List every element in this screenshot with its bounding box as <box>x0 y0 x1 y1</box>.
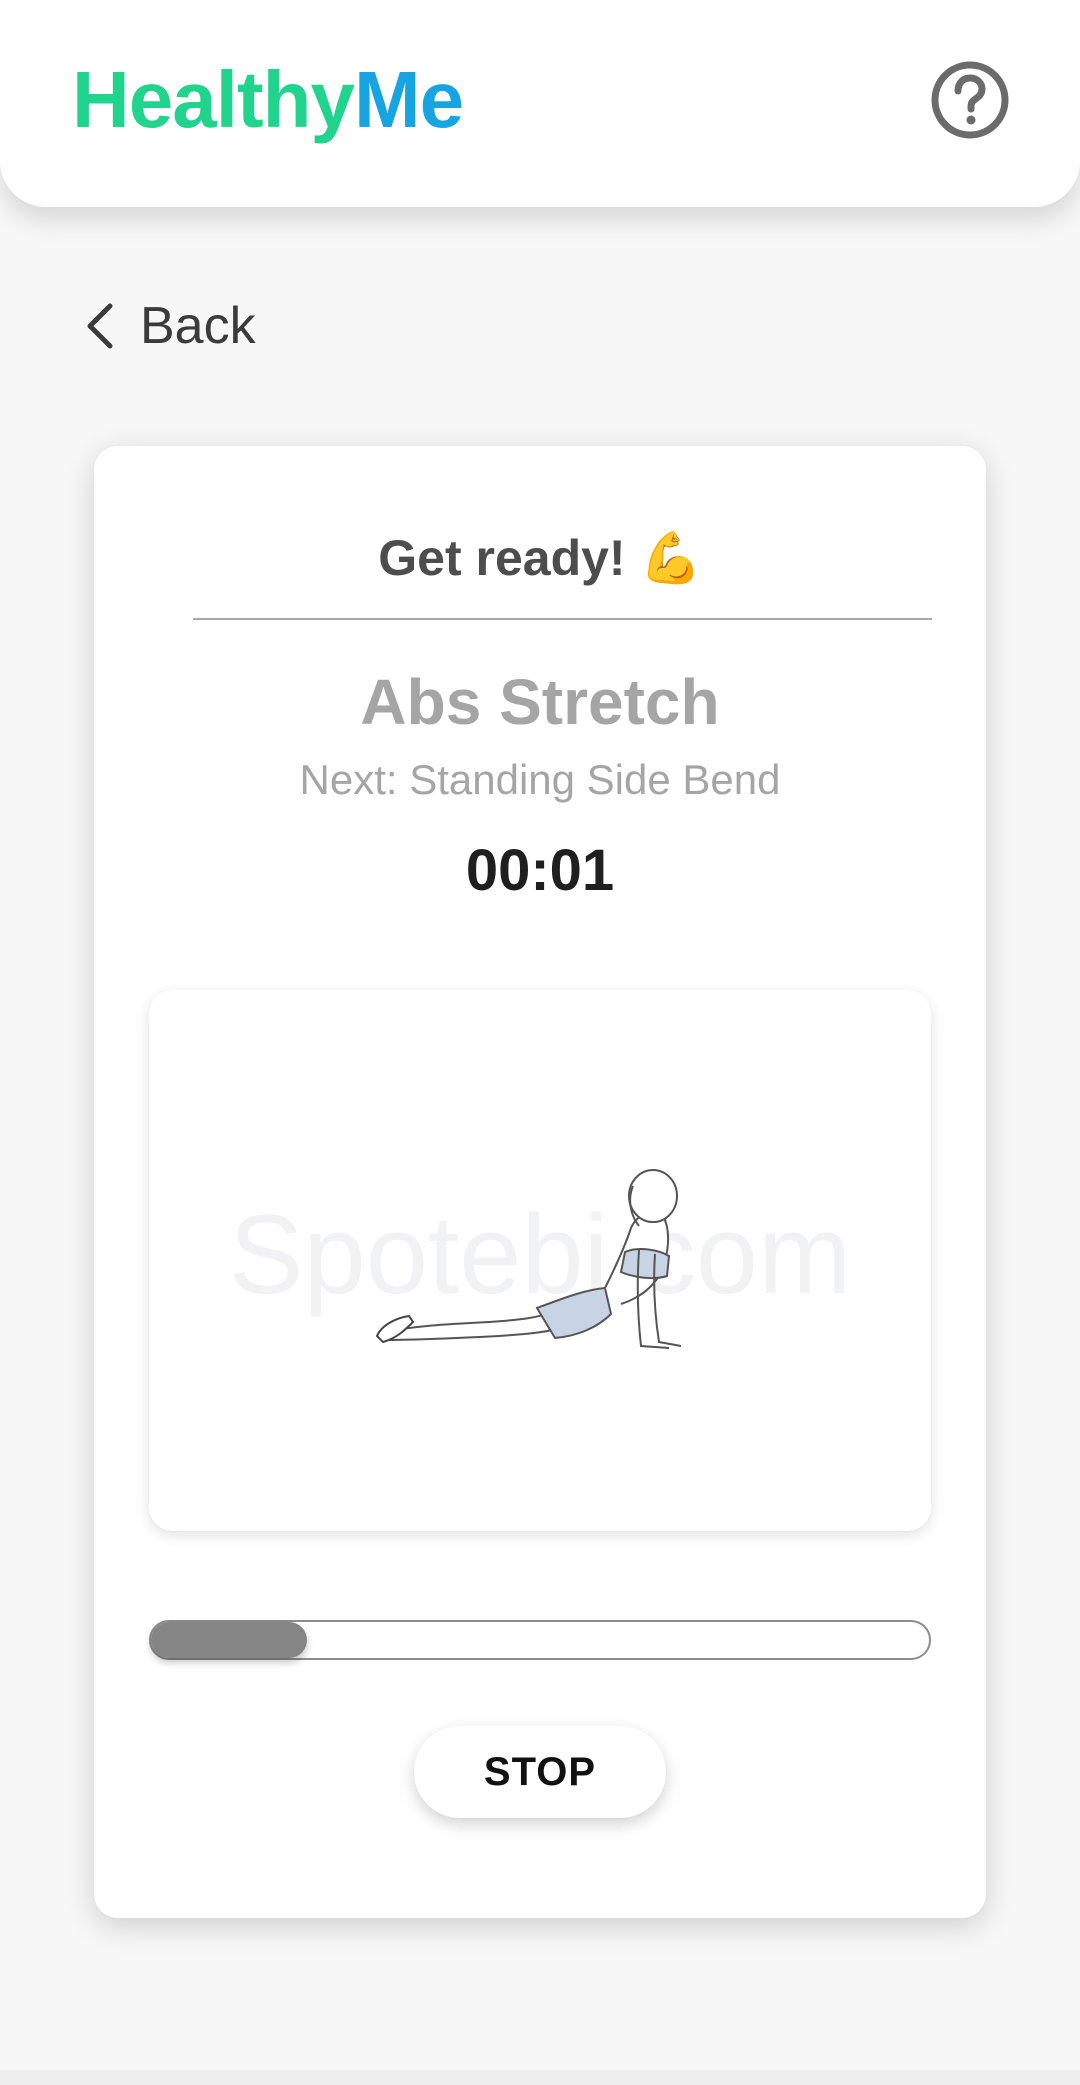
flexed-biceps-icon: 💪 <box>639 530 702 586</box>
status-title-text: Get ready! <box>378 530 626 586</box>
exercise-name: Abs Stretch <box>360 666 720 738</box>
exercise-progress-bar <box>149 1620 931 1660</box>
divider <box>193 618 932 620</box>
progress-fill <box>151 1622 307 1658</box>
back-button[interactable]: Back <box>80 290 256 362</box>
exercise-image: Spotebi.com <box>149 990 931 1531</box>
workout-card: Get ready! 💪 Abs Stretch Next: Standing … <box>94 446 986 1918</box>
stop-button[interactable]: STOP <box>414 1726 666 1818</box>
app-logo: HealthyMe <box>72 52 464 148</box>
question-circle-icon <box>931 61 1009 139</box>
status-title: Get ready! 💪 <box>94 526 986 590</box>
cobra-stretch-illustration <box>375 1169 682 1349</box>
app-header: HealthyMe <box>0 0 1080 207</box>
next-exercise: Next: Standing Side Bend <box>299 756 781 803</box>
timer: 00:01 <box>465 838 615 903</box>
bottom-edge <box>0 2070 1080 2085</box>
chevron-left-icon <box>87 303 113 349</box>
help-button[interactable] <box>930 60 1010 140</box>
back-label: Back <box>140 297 256 355</box>
logo-me: Me <box>353 55 464 144</box>
logo-healthy: Healthy <box>72 55 355 144</box>
